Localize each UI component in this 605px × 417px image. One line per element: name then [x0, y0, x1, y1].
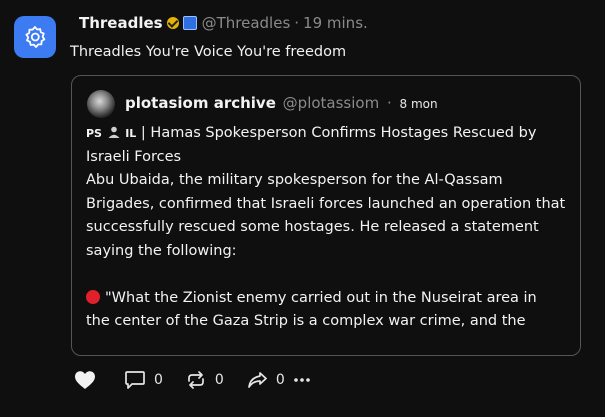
repost-button[interactable]: 0 [185, 370, 246, 390]
avatar[interactable] [14, 16, 56, 58]
post-time[interactable]: 19 mins. [303, 14, 368, 32]
more-icon [293, 378, 310, 382]
like-button[interactable] [74, 370, 96, 390]
post-handle[interactable]: @Threadles [202, 14, 291, 32]
quote-time[interactable]: 8 mon [400, 97, 438, 111]
quote-handle[interactable]: @plotassiom [283, 94, 380, 112]
quote-line-1-text: "What the Zionist enemy carried out in t… [105, 289, 537, 306]
quote-header: plotasiom archive @plotassiom · 8 mon [125, 94, 438, 112]
quote-headline: PS IL | Hamas Spokesperson Confirms Host… [86, 122, 572, 169]
share-icon [247, 372, 267, 388]
separator: · [294, 14, 300, 32]
more-button[interactable] [293, 377, 311, 383]
heart-icon [75, 371, 95, 389]
flag-ps: PS [86, 127, 102, 140]
app-badge-icon [182, 16, 197, 30]
post-author[interactable]: Threadles [79, 14, 163, 32]
verified-badge-icon [166, 17, 179, 29]
headline-text: | Hamas Spokesperson Confirms Hostages R… [86, 125, 537, 165]
post-text: Threadles You're Voice You're freedom [70, 44, 347, 60]
quote-author[interactable]: plotasiom archive [125, 94, 276, 112]
quoted-post[interactable]: plotasiom archive @plotassiom · 8 mon PS… [71, 75, 581, 356]
quote-separator: · [386, 94, 392, 112]
red-circle-icon [86, 289, 100, 304]
flag-il: IL [125, 127, 137, 140]
quote-body: PS IL | Hamas Spokesperson Confirms Host… [86, 122, 572, 334]
reply-button[interactable]: 0 [124, 370, 185, 390]
share-button[interactable]: 0 [246, 370, 293, 390]
action-bar: 0 0 0 [74, 370, 311, 390]
quote-avatar[interactable] [87, 90, 115, 118]
gear-icon [25, 26, 46, 48]
quote-paragraph: Abu Ubaida, the military spokesperson fo… [86, 172, 566, 259]
post-header: Threadles @Threadles · 19 mins. [79, 14, 368, 32]
person-icon [108, 126, 120, 138]
comment-icon [125, 371, 145, 389]
quote-line-1: "What the Zionist enemy carried out in t… [86, 287, 572, 311]
reply-count: 0 [154, 372, 163, 388]
repost-count: 0 [214, 372, 224, 388]
share-count: 0 [275, 372, 285, 388]
quote-line-2: the center of the Gaza Strip is a comple… [86, 313, 526, 329]
repost-icon [188, 371, 204, 389]
